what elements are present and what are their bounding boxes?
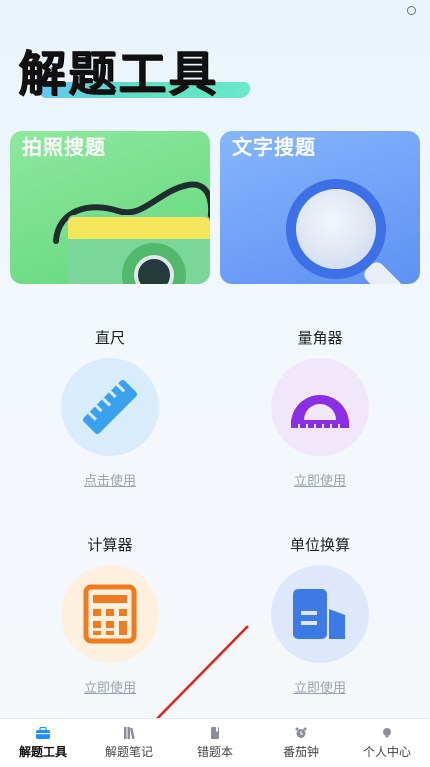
ruler-tool-name: 直尺 (94, 329, 125, 347)
text-search-card[interactable]: 文字搜题 (220, 131, 420, 284)
status-indicator-icon (407, 6, 416, 15)
ruler-icon (82, 379, 138, 435)
notebook-icon (211, 727, 219, 739)
nav-tab-mistakes[interactable]: 错题本 (172, 719, 258, 767)
bottom-nav: 解题工具 解题笔记 错题本 番茄钟 个人中心 (0, 718, 430, 767)
page-title: 解题工具 (18, 46, 219, 102)
toolbox-icon (36, 727, 50, 739)
camera-top-decoration (68, 217, 210, 239)
protractor-tool-button[interactable] (271, 358, 369, 456)
ruler-tool-button[interactable] (61, 358, 159, 456)
ruler-tool: 直尺 点击使用 (20, 326, 200, 489)
books-icon (124, 727, 135, 739)
nav-tab-profile-label: 个人中心 (362, 745, 411, 759)
photo-search-card[interactable]: 拍照搜题 (10, 131, 210, 284)
protractor-use-link[interactable]: 立即使用 (230, 470, 410, 489)
nav-tab-profile[interactable]: 个人中心 (344, 719, 430, 767)
ruler-use-link[interactable]: 点击使用 (20, 470, 200, 489)
page-header: 解题工具 (18, 34, 258, 104)
protractor-icon (291, 395, 349, 428)
unit-converter-tool-name: 单位换算 (289, 536, 350, 554)
unit-converter-tool-button[interactable] (271, 565, 369, 663)
nav-tab-tools-label: 解题工具 (18, 745, 67, 759)
magnifier-icon (286, 179, 386, 279)
calculator-tool-name: 计算器 (87, 536, 133, 554)
building-icon (293, 589, 345, 639)
nav-tab-notes-label: 解题笔记 (104, 745, 153, 759)
nav-tab-notes[interactable]: 解题笔记 (86, 719, 172, 767)
nav-tab-pomodoro-label: 番茄钟 (282, 745, 319, 759)
photo-search-label: 拍照搜题 (22, 135, 106, 159)
nav-tab-tools[interactable]: 解题工具 (0, 719, 86, 767)
person-icon (383, 728, 391, 738)
text-search-label: 文字搜题 (232, 135, 316, 159)
protractor-tool-name: 量角器 (297, 329, 343, 347)
nav-tab-mistakes-label: 错题本 (196, 745, 233, 759)
nav-tab-pomodoro[interactable]: 番茄钟 (258, 719, 344, 767)
alarm-clock-icon (295, 727, 307, 738)
protractor-tool: 量角器 立即使用 (230, 326, 410, 489)
